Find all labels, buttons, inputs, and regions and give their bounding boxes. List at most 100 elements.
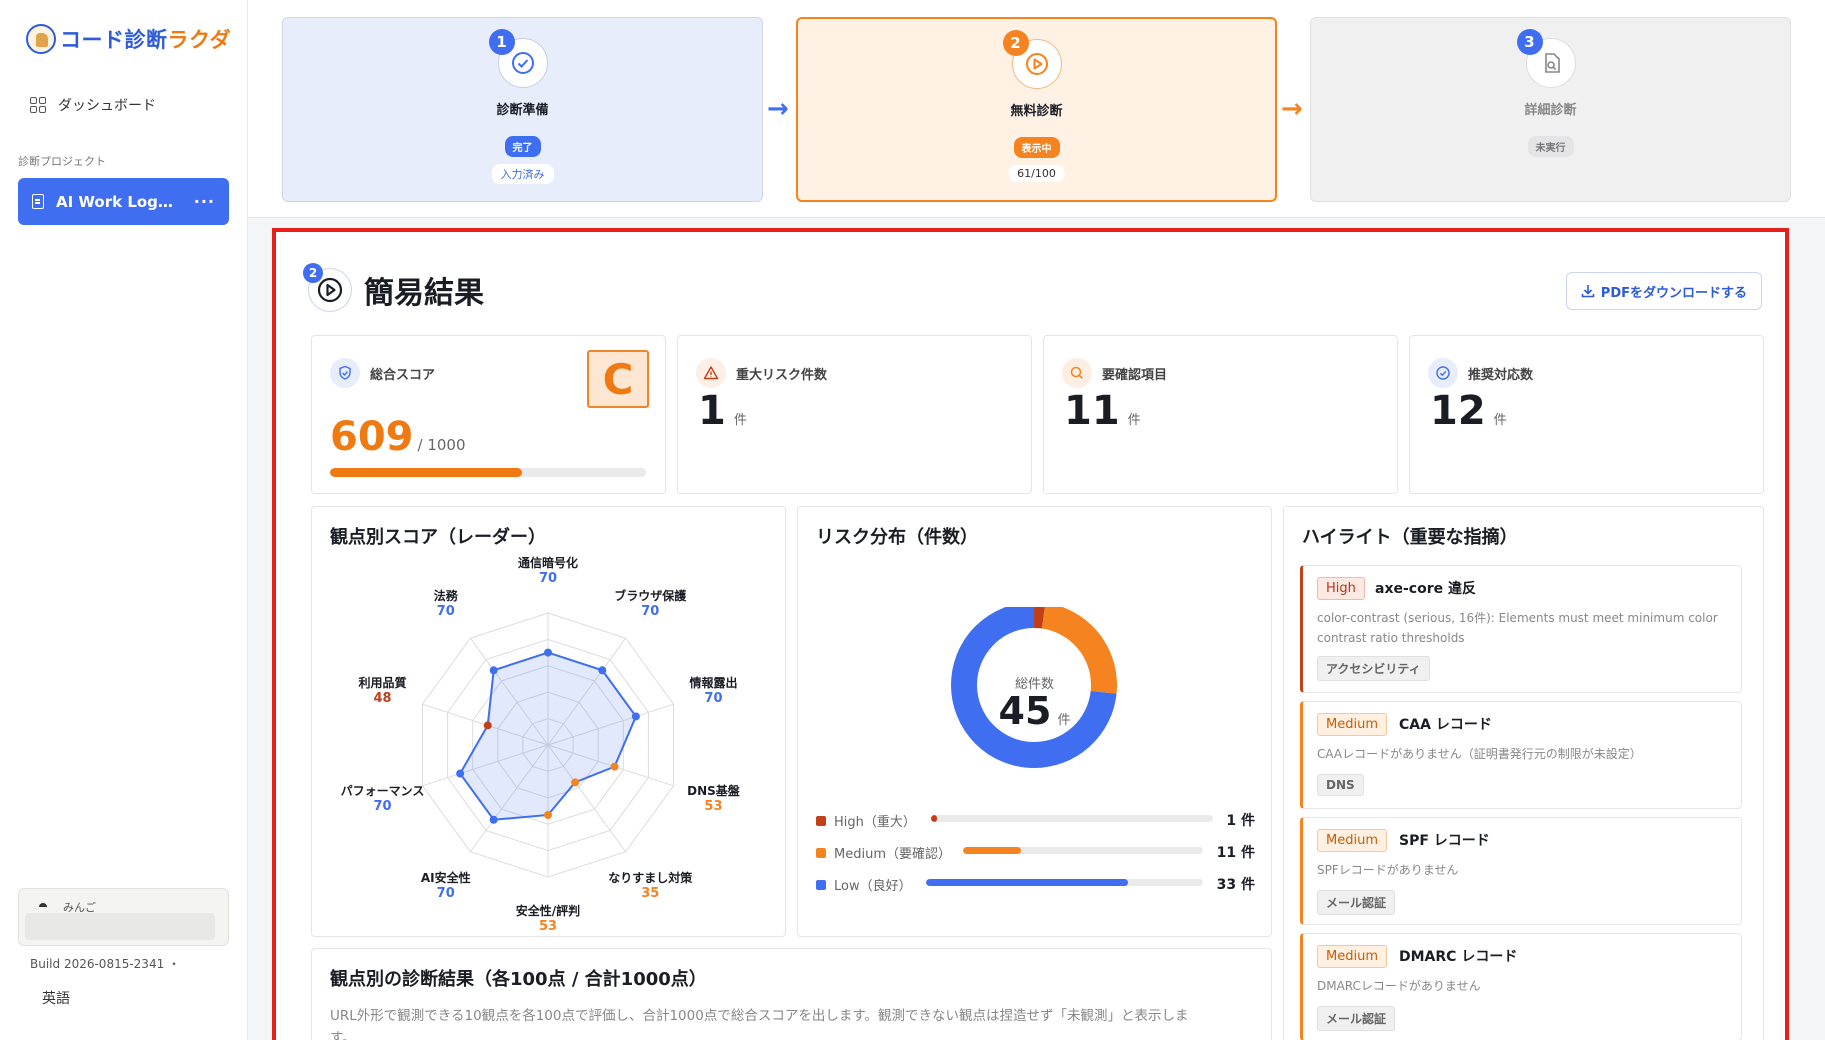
document-icon [32,194,44,209]
arrow-right-icon: → [767,94,789,124]
score-label: 総合スコア [370,367,436,383]
risk-title: リスク分布（件数） [816,527,978,548]
results-section: 観点別の診断結果（各100点 / 合計1000点） URL外形で観測できる10観… [311,948,1272,1040]
step-2-sub: 61/100 [1008,165,1065,182]
step-3-status-badge: 未実行 [1527,136,1574,157]
file-search-icon [1544,53,1560,73]
recommend-value: 12 件 [1430,388,1507,434]
donut-center-number: 45 [998,689,1052,733]
result-header-icon: 2 [303,263,352,312]
project-menu-button[interactable]: ··· [194,192,215,211]
download-pdf-button[interactable]: PDFをダウンロードする [1565,272,1762,310]
warning-icon [696,358,726,388]
radar-point [631,712,640,721]
medium-bar [963,847,1203,854]
highlight-item[interactable]: High axe-core 違反 color-contrast (serious… [1300,565,1742,693]
user-email-redacted [25,913,215,940]
sidebar: コード診断ラクダ ダッシュボード 診断プロジェクト AI Work Log… ·… [0,0,248,1040]
critical-card-label: 重大リスク件数 [696,358,827,388]
radar-value-label: 53 [539,919,557,934]
review-value: 11 件 [1064,388,1141,434]
app-logo[interactable]: コード診断ラクダ [26,24,231,54]
review-number: 11 [1064,388,1120,434]
severity-badge: Medium [1317,713,1387,736]
highlight-description: CAAレコードがありません（証明書発行元の制限が未設定） [1317,747,1642,761]
user-avatar-icon [39,903,47,907]
step-3-number: 3 [1516,29,1543,55]
legend-medium: Medium（要確認） [816,843,951,862]
low-count: 33 件 [1216,877,1255,893]
radar-category-label: DNS基盤 [687,783,741,798]
radar-title: 観点別スコア（レーダー） [330,527,546,548]
check-circle-icon [511,52,534,74]
donut-center-unit: 件 [1057,713,1071,728]
highlight-item[interactable]: Medium DMARC レコード DMARCレコードがありません メール認証 [1300,933,1742,1040]
radar-value-label: 70 [373,799,391,814]
category-tag: DNS [1317,774,1364,796]
step-3-circle: 3 [1516,29,1576,88]
severity-badge: Medium [1317,829,1387,852]
nav-dashboard[interactable]: ダッシュボード [30,95,156,115]
highlight-description: SPFレコードがありません [1317,863,1459,877]
project-section-label: 診断プロジェクト [18,155,106,168]
highlight-item[interactable]: Medium CAA レコード CAAレコードがありません（証明書発行元の制限が… [1300,701,1742,809]
highlights-title: ハイライト（重要な指摘） [1302,527,1518,548]
radar-category-label: 通信暗号化 [518,555,578,570]
language-toggle[interactable]: 英語 [42,988,70,1008]
highlight-description: DMARCレコードがありません [1317,979,1481,993]
radar-category-label: AI安全性 [421,870,471,885]
step-2-circle: 2 [1002,30,1062,89]
category-tag: メール認証 [1317,1006,1396,1031]
radar-point [489,666,498,675]
step-1-title: 診断準備 [496,103,549,118]
header-number-badge: 2 [303,263,323,283]
legend-medium-label: Medium（要確認） [834,847,951,862]
results-description: URL外形で観測できる10観点を各100点で評価し、合計1000点で総合スコアを… [330,1005,1253,1040]
legend-high: High（重大） [816,811,916,830]
review-label: 要確認項目 [1102,367,1168,383]
step-detailed-diagnosis[interactable]: 3 詳細診断 未実行 [1310,17,1791,202]
recommended-actions-card: 推奨対応数 12 件 [1409,335,1764,494]
radar-value-label: 70 [704,691,722,706]
step-2-number: 2 [1002,30,1029,56]
logo-text-blue: コード診断 [60,28,168,52]
medium-count: 11 件 [1216,845,1255,861]
play-circle-icon [317,277,343,303]
step-1-status-badge: 完了 [504,136,541,157]
low-bar-fill [926,879,1129,886]
radar-series-area [458,651,638,821]
critical-unit: 件 [733,413,747,428]
highlight-item[interactable]: Medium SPF レコード SPFレコードがありません メール認証 [1300,817,1742,925]
highlight-title: axe-core 違反 [1375,581,1476,597]
download-pdf-label: PDFをダウンロードする [1600,285,1747,301]
sidebar-item-project[interactable]: AI Work Log… ··· [18,178,229,225]
step-2-title: 無料診断 [1010,104,1063,119]
shield-icon [330,358,360,388]
step-3-title: 詳細診断 [1524,103,1577,118]
step-1-number: 1 [488,29,515,55]
step-1-sub: 入力済み [491,164,554,184]
radar-point [598,666,607,675]
recommend-card-label: 推奨対応数 [1428,358,1533,388]
radar-category-label: ブラウザ保護 [614,588,687,603]
radar-point [544,810,552,819]
arrow-right-icon: → [1281,94,1303,124]
user-card[interactable]: みんご [18,888,229,946]
review-items-card: 要確認項目 11 件 [1043,335,1398,494]
radar-value-label: 53 [704,799,722,814]
score-card: 総合スコア C 609/ 1000 [311,335,666,494]
score-value: 609/ 1000 [330,414,466,460]
severity-badge: High [1317,577,1365,600]
radar-category-label: なりすまし対策 [608,870,693,885]
critical-risk-card: 重大リスク件数 1件 [677,335,1032,494]
legend-low-swatch [816,879,826,890]
step-prepare[interactable]: 1 診断準備 完了 入力済み [282,17,763,202]
download-icon [1581,285,1595,298]
logo-text: コード診断ラクダ [60,24,231,54]
severity-badge: Medium [1317,945,1387,968]
camel-logo-icon [26,24,56,54]
highlight-title: SPF レコード [1399,833,1490,849]
critical-number: 1 [698,388,726,434]
step-free-diagnosis[interactable]: 2 無料診断 表示中 61/100 [796,17,1277,202]
recommend-label: 推奨対応数 [1468,367,1534,383]
